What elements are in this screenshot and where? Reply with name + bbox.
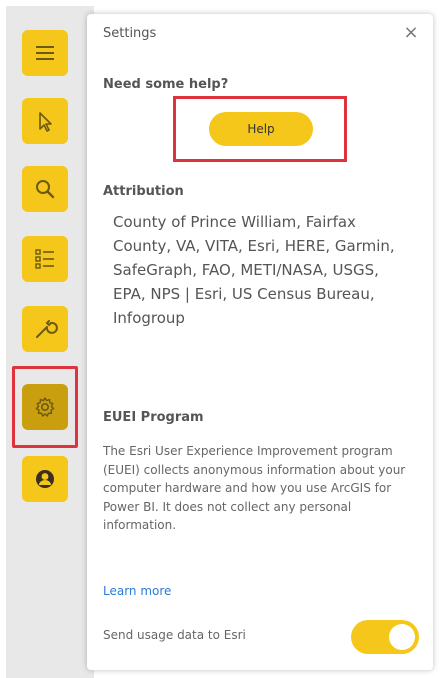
euei-description: The Esri User Experience Improvement pro… [103,444,406,532]
tools-button[interactable] [22,306,68,352]
select-pointer-icon [39,112,52,132]
search-icon [36,180,55,199]
account-button[interactable] [22,456,68,502]
settings-panel: Settings × Need some help? Help Attribut… [87,14,433,670]
usage-data-toggle[interactable] [351,620,419,654]
user-icon [36,470,54,488]
select-tool-button[interactable] [22,98,68,144]
search-button[interactable] [22,166,68,212]
layers-list-button[interactable] [22,236,68,282]
euei-heading: EUEI Program [103,410,204,425]
menu-button[interactable] [22,30,68,76]
help-button[interactable]: Help [209,112,313,146]
settings-highlight-box [12,366,78,448]
panel-title: Settings [103,26,157,41]
menu-icon [36,46,54,60]
wrench-icon [36,320,58,338]
attribution-heading: Attribution [103,184,184,199]
layers-list-icon [35,249,54,269]
toggle-knob [389,624,415,650]
attribution-text: County of Prince William, Fairfax County… [113,213,395,327]
learn-more-link[interactable]: Learn more [103,584,171,598]
close-icon[interactable]: × [401,23,421,43]
help-heading: Need some help? [103,77,229,92]
usage-data-label: Send usage data to Esri [103,628,246,642]
